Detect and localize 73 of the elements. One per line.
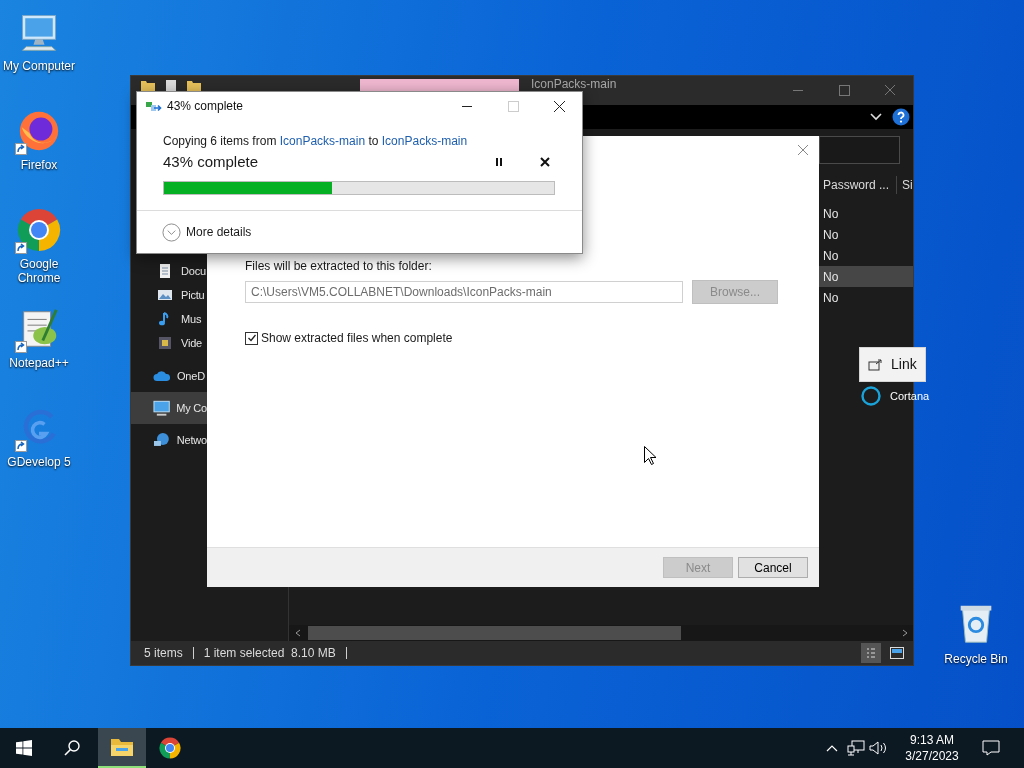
window-icon xyxy=(890,647,904,659)
status-text: 5 items xyxy=(144,645,183,662)
network-icon[interactable] xyxy=(847,740,865,756)
external-link-icon xyxy=(868,358,882,371)
checkbox-label[interactable]: Show extracted files when complete xyxy=(261,329,453,347)
notifications-icon[interactable] xyxy=(982,740,1000,756)
close-icon xyxy=(540,157,550,167)
nav-label: My Co xyxy=(176,400,207,416)
ring-icon[interactable] xyxy=(861,386,881,406)
film-icon xyxy=(157,335,173,351)
clock-time[interactable]: 9:13 AM xyxy=(910,732,954,748)
chrome-icon xyxy=(158,736,182,760)
nav-item[interactable]: My Co xyxy=(131,392,207,424)
clock-date[interactable]: 3/27/2023 xyxy=(905,748,959,764)
nav-label: Netwo xyxy=(176,432,207,448)
chevron-down-icon[interactable] xyxy=(870,113,882,121)
progress-status: 43% complete xyxy=(163,151,260,172)
icon-label[interactable]: My Computer xyxy=(1,59,77,73)
nav-label: Docu xyxy=(181,263,206,279)
scroll-left-icon[interactable] xyxy=(294,629,302,637)
expand-icon[interactable] xyxy=(162,222,181,242)
scrollbar-thumb[interactable] xyxy=(308,626,681,640)
list-icon xyxy=(866,647,876,659)
folder-link[interactable]: IconPacks-main xyxy=(279,134,366,148)
copy-message: Copying 6 items from IconPacks-main to IconPacks-main xyxy=(163,133,469,149)
chrome-icon[interactable] xyxy=(15,206,63,254)
pause-icon xyxy=(495,157,503,167)
table-cell[interactable]: No xyxy=(817,266,913,287)
column-header[interactable]: Si xyxy=(897,176,913,194)
search-field[interactable] xyxy=(819,136,900,164)
folder-link[interactable]: IconPacks-main xyxy=(381,134,468,148)
nav-item[interactable]: Mus xyxy=(131,307,207,331)
nav-label: OneD xyxy=(177,368,205,384)
nav-item[interactable]: Netwo xyxy=(131,424,207,456)
path-field[interactable]: C:\Users\VM5.COLLABNET\Downloads\IconPacks-main xyxy=(245,281,683,303)
cloud-icon xyxy=(153,370,171,382)
nav-item[interactable]: OneD xyxy=(131,360,207,392)
volume-icon[interactable] xyxy=(869,740,887,756)
details-view-button[interactable] xyxy=(861,643,881,663)
page-icon[interactable] xyxy=(165,80,177,92)
nav-item[interactable]: Vide xyxy=(131,331,207,355)
computer-icon xyxy=(153,400,171,416)
picture-icon xyxy=(157,287,173,303)
nav-item[interactable]: Pictu xyxy=(131,283,207,307)
status-text: 1 item selected 8.10 MB xyxy=(203,645,336,662)
dialog-button[interactable]: Cancel xyxy=(738,557,808,578)
folder-prompt: Files will be extracted to this folder: xyxy=(245,258,433,274)
scroll-right-icon[interactable] xyxy=(901,629,909,637)
checkbox[interactable] xyxy=(245,331,258,345)
window-title: 43% complete xyxy=(167,98,244,115)
icon-label[interactable]: Notepad++ xyxy=(1,356,77,370)
chevron-up-icon[interactable] xyxy=(826,744,838,752)
icon-label[interactable]: Recycle Bin xyxy=(944,652,1008,666)
tooltip-text: Link xyxy=(891,355,917,374)
explorer-taskbar-button[interactable] xyxy=(98,728,146,768)
search-icon[interactable] xyxy=(64,740,80,756)
icon-label[interactable]: Firefox xyxy=(1,158,77,172)
more-details-link[interactable]: More details xyxy=(186,223,252,241)
folder-icon xyxy=(110,737,134,757)
copy-icon xyxy=(146,100,162,112)
close-icon[interactable] xyxy=(797,144,809,156)
nav-label: Mus xyxy=(181,311,202,327)
nav-label: Vide xyxy=(181,335,203,351)
icon-label[interactable]: GDevelop 5 xyxy=(1,455,77,469)
cursor-icon xyxy=(644,446,656,465)
nav-item[interactable]: Docu xyxy=(131,259,207,283)
window-title: IconPacks-main xyxy=(531,77,617,91)
nav-label: Pictu xyxy=(181,287,205,303)
icon-label[interactable]: Google Chrome xyxy=(1,257,77,285)
document-icon xyxy=(157,263,173,279)
horizontal-scrollbar[interactable] xyxy=(289,625,913,641)
windows-start-icon[interactable] xyxy=(16,740,32,756)
help-icon[interactable] xyxy=(892,108,910,126)
